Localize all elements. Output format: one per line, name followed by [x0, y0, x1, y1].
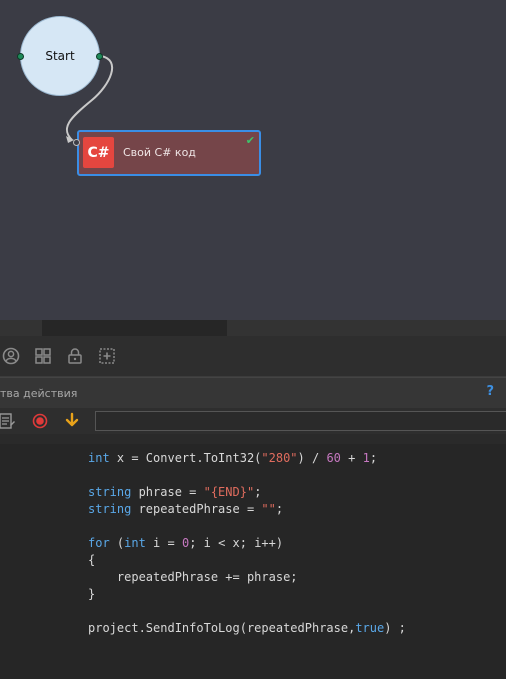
editor-divider — [0, 434, 506, 444]
code-search-input[interactable] — [95, 411, 506, 431]
code-editor[interactable]: int x = Convert.ToInt32("280") / 60 + 1;… — [0, 444, 506, 679]
start-node[interactable]: Start — [17, 16, 103, 96]
canvas-scrollbar-thumb[interactable] — [42, 320, 227, 336]
user-circle-icon[interactable] — [1, 346, 21, 366]
panel-title: тва действия — [0, 387, 78, 400]
code-line[interactable]: string phrase = "{END}"; — [88, 484, 261, 501]
start-input-port[interactable] — [17, 53, 24, 60]
lock-icon[interactable] — [65, 346, 85, 366]
code-line[interactable]: project.SendInfoToLog(repeatedPhrase,tru… — [88, 620, 406, 637]
action-node-label: Свой C# код — [123, 146, 196, 159]
code-line[interactable]: repeatedPhrase += phrase; — [88, 569, 298, 586]
code-line[interactable]: int x = Convert.ToInt32("280") / 60 + 1; — [88, 450, 377, 467]
help-icon[interactable]: ? — [486, 384, 494, 399]
code-line[interactable]: string repeatedPhrase = ""; — [88, 501, 283, 518]
properties-toolbar — [0, 336, 506, 377]
record-icon[interactable] — [31, 412, 49, 430]
start-output-port[interactable] — [96, 53, 103, 60]
action-input-port[interactable] — [73, 139, 80, 146]
download-arrow-icon[interactable] — [63, 412, 81, 430]
list-edit-icon[interactable] — [0, 412, 16, 430]
panel-header: тва действия ? — [0, 377, 506, 409]
project-canvas[interactable]: Start C# Свой C# код ✔ — [0, 0, 506, 320]
start-node-label: Start — [45, 49, 75, 63]
grid-icon[interactable] — [33, 346, 53, 366]
check-icon: ✔ — [245, 134, 255, 147]
canvas-scrollbar[interactable] — [0, 320, 506, 336]
csharp-badge-icon: C# — [83, 137, 114, 168]
code-line[interactable]: for (int i = 0; i < x; i++) — [88, 535, 283, 552]
code-line[interactable]: { — [88, 552, 95, 569]
add-box-icon[interactable] — [97, 346, 117, 366]
csharp-action-node[interactable]: C# Свой C# код ✔ — [73, 130, 261, 176]
code-toolbar — [0, 408, 506, 434]
code-line[interactable]: } — [88, 586, 95, 603]
